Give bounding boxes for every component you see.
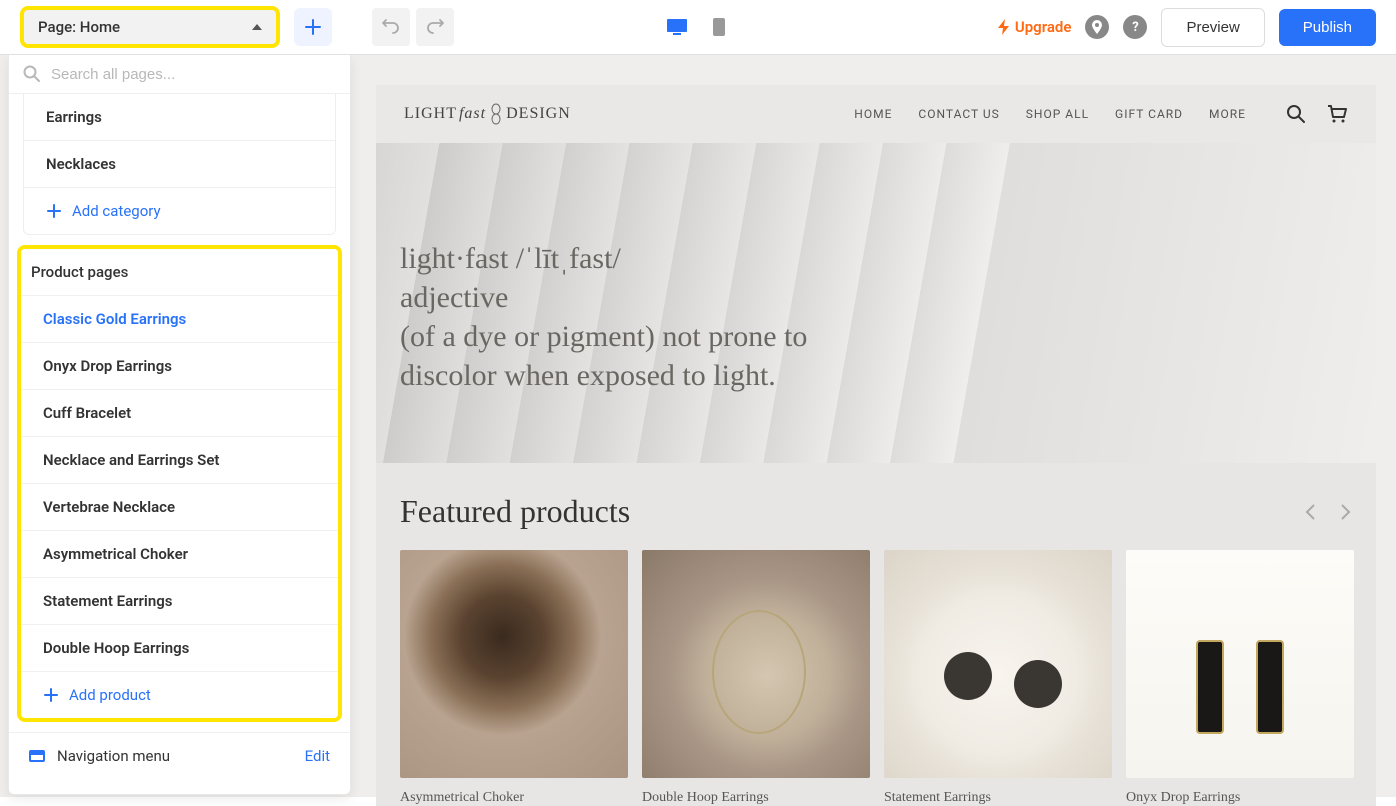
product-name: Statement Earrings: [884, 778, 1112, 806]
nav-menu-icon: [29, 750, 45, 762]
upgrade-label: Upgrade: [1015, 18, 1072, 36]
location-button[interactable]: [1085, 15, 1109, 39]
site-nav: HOME CONTACT US SHOP ALL GIFT CARD MORE: [854, 107, 1246, 121]
hero-line2: adjective: [400, 278, 880, 317]
site-preview[interactable]: LIGHTfast DESIGN HOME CONTACT US SHOP AL…: [376, 85, 1376, 806]
search-icon: [23, 65, 41, 83]
mobile-view-button[interactable]: [707, 15, 731, 39]
plus-icon: [46, 203, 62, 219]
chevron-right-icon: [1340, 503, 1352, 521]
hero-line3: (of a dye or pigment) not prone to disco…: [400, 317, 880, 395]
product-card[interactable]: Onyx Drop Earrings: [1126, 550, 1354, 806]
chevron-up-icon: [252, 24, 262, 30]
add-category-button[interactable]: Add category: [24, 187, 335, 234]
plus-icon: [43, 687, 59, 703]
redo-icon: [425, 17, 445, 37]
category-item[interactable]: Earrings: [24, 94, 335, 140]
pin-icon: [1091, 20, 1103, 34]
undo-icon: [381, 17, 401, 37]
search-icon: [1286, 104, 1306, 124]
product-page-item[interactable]: Vertebrae Necklace: [21, 483, 338, 530]
preview-button[interactable]: Preview: [1161, 8, 1264, 47]
plus-icon: [304, 18, 322, 36]
mobile-icon: [712, 17, 726, 37]
bolt-icon: [997, 19, 1011, 35]
hero-line1: light·fast /ˈlītˌfast/: [400, 239, 880, 278]
publish-button[interactable]: Publish: [1279, 9, 1376, 46]
product-card[interactable]: Double Hoop Earrings: [642, 550, 870, 806]
featured-title: Featured products: [400, 493, 630, 530]
nav-home[interactable]: HOME: [854, 107, 892, 121]
cart-button[interactable]: [1326, 104, 1348, 124]
product-page-item[interactable]: Double Hoop Earrings: [21, 624, 338, 671]
product-image: [1126, 550, 1354, 778]
product-name: Onyx Drop Earrings: [1126, 778, 1354, 806]
product-page-item[interactable]: Statement Earrings: [21, 577, 338, 624]
search-button[interactable]: [1286, 104, 1306, 124]
add-product-button[interactable]: Add product: [21, 671, 338, 718]
nav-gift[interactable]: GIFT CARD: [1115, 107, 1183, 121]
upgrade-button[interactable]: Upgrade: [997, 18, 1072, 36]
product-page-item[interactable]: Onyx Drop Earrings: [21, 342, 338, 389]
product-page-item[interactable]: Asymmetrical Choker: [21, 530, 338, 577]
page-selector-label: Page: Home: [38, 18, 120, 36]
top-toolbar: Page: Home Upgrade ? Preview Publ: [0, 0, 1396, 55]
product-page-item[interactable]: Cuff Bracelet: [21, 389, 338, 436]
page-selector-dropdown[interactable]: Page: Home: [20, 6, 280, 48]
add-page-button[interactable]: [294, 8, 332, 46]
product-pages-header: Product pages: [21, 249, 338, 295]
desktop-view-button[interactable]: [665, 15, 689, 39]
carousel-next[interactable]: [1340, 503, 1352, 521]
site-logo[interactable]: LIGHTfast DESIGN: [404, 103, 571, 125]
product-image: [884, 550, 1112, 778]
product-carousel: Asymmetrical Choker Double Hoop Earrings…: [376, 550, 1376, 806]
product-card[interactable]: Asymmetrical Choker: [400, 550, 628, 806]
search-pages-row: [9, 55, 350, 94]
product-image: [642, 550, 870, 778]
category-item[interactable]: Necklaces: [24, 140, 335, 187]
nav-menu-label: Navigation menu: [57, 747, 170, 765]
product-name: Double Hoop Earrings: [642, 778, 870, 806]
cart-icon: [1326, 104, 1348, 124]
hero-section[interactable]: light·fast /ˈlītˌfast/ adjective (of a d…: [376, 143, 1376, 463]
redo-button[interactable]: [416, 8, 454, 46]
nav-contact[interactable]: CONTACT US: [918, 107, 999, 121]
logo-icon: [490, 103, 502, 125]
nav-more[interactable]: MORE: [1209, 107, 1246, 121]
product-page-item[interactable]: Classic Gold Earrings: [21, 295, 338, 342]
carousel-prev[interactable]: [1304, 503, 1316, 521]
product-page-item[interactable]: Necklace and Earrings Set: [21, 436, 338, 483]
product-image: [400, 550, 628, 778]
search-pages-input[interactable]: [51, 66, 336, 83]
nav-shop[interactable]: SHOP ALL: [1026, 107, 1089, 121]
chevron-left-icon: [1304, 503, 1316, 521]
desktop-icon: [666, 17, 688, 37]
product-pages-panel: Product pages Classic Gold Earrings Onyx…: [17, 245, 342, 722]
edit-nav-button[interactable]: Edit: [305, 747, 330, 765]
navigation-menu-row: Navigation menu Edit: [9, 732, 350, 779]
pages-dropdown-panel: Earrings Necklaces Add category Product …: [8, 55, 351, 795]
undo-button[interactable]: [372, 8, 410, 46]
product-card[interactable]: Statement Earrings: [884, 550, 1112, 806]
site-header: LIGHTfast DESIGN HOME CONTACT US SHOP AL…: [376, 85, 1376, 143]
help-button[interactable]: ?: [1123, 15, 1147, 39]
product-name: Asymmetrical Choker: [400, 778, 628, 806]
